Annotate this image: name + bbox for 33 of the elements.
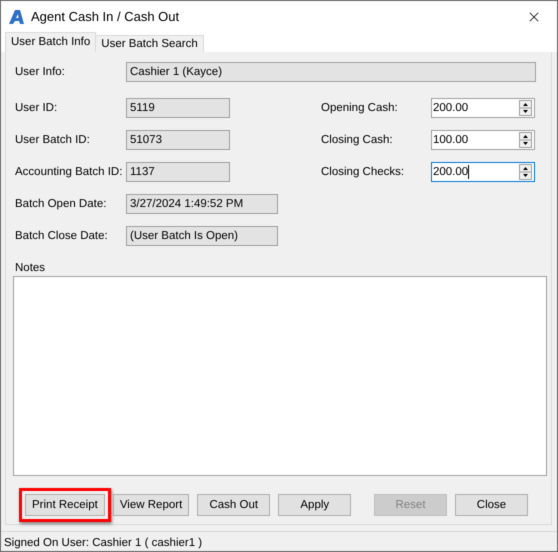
spinner-arrows-icon[interactable] xyxy=(519,164,532,180)
action-button[interactable]: Close xyxy=(455,494,528,516)
field-label: Batch Open Date: xyxy=(15,198,108,210)
field-label: Batch Close Date: xyxy=(15,230,109,242)
action-button[interactable]: View Report xyxy=(112,494,190,516)
read-only-field: 1137 xyxy=(126,162,230,182)
amount-spinner[interactable]: 200.00 xyxy=(431,162,535,182)
field-label: Closing Cash: xyxy=(321,134,394,146)
notes-label: Notes xyxy=(15,262,46,276)
action-button[interactable]: Print Receipt xyxy=(25,494,105,516)
action-button[interactable]: Cash Out xyxy=(197,494,270,516)
logo-icon xyxy=(9,10,25,24)
amount-spinner[interactable]: 100.00 xyxy=(431,130,535,150)
spinner-arrows-icon[interactable] xyxy=(519,132,532,148)
field-label: User Info: xyxy=(15,66,66,78)
action-button[interactable]: Apply xyxy=(278,494,352,516)
field-label: User ID: xyxy=(15,102,58,114)
notes-field[interactable] xyxy=(13,276,547,476)
tab[interactable]: User Batch Search xyxy=(95,35,204,52)
window-title: Agent Cash In / Cash Out xyxy=(31,9,180,24)
read-only-field: 51073 xyxy=(126,130,230,150)
user-info-field: Cashier 1 (Kayce) xyxy=(126,62,536,82)
read-only-field: (User Batch Is Open) xyxy=(126,226,278,246)
status-text: Signed On User: Cashier 1 ( cashier1 ) xyxy=(4,536,202,548)
tab[interactable]: User Batch Info xyxy=(5,32,96,52)
field-label: Opening Cash: xyxy=(321,102,399,114)
field-label: User Batch ID: xyxy=(15,134,91,146)
read-only-field: 3/27/2024 1:49:52 PM xyxy=(126,194,278,214)
read-only-field: 5119 xyxy=(126,98,230,118)
field-label: Accounting Batch ID: xyxy=(15,166,124,178)
field-label: Closing Checks: xyxy=(321,166,406,178)
amount-spinner[interactable]: 200.00 xyxy=(431,98,535,118)
spinner-arrows-icon[interactable] xyxy=(519,100,532,116)
